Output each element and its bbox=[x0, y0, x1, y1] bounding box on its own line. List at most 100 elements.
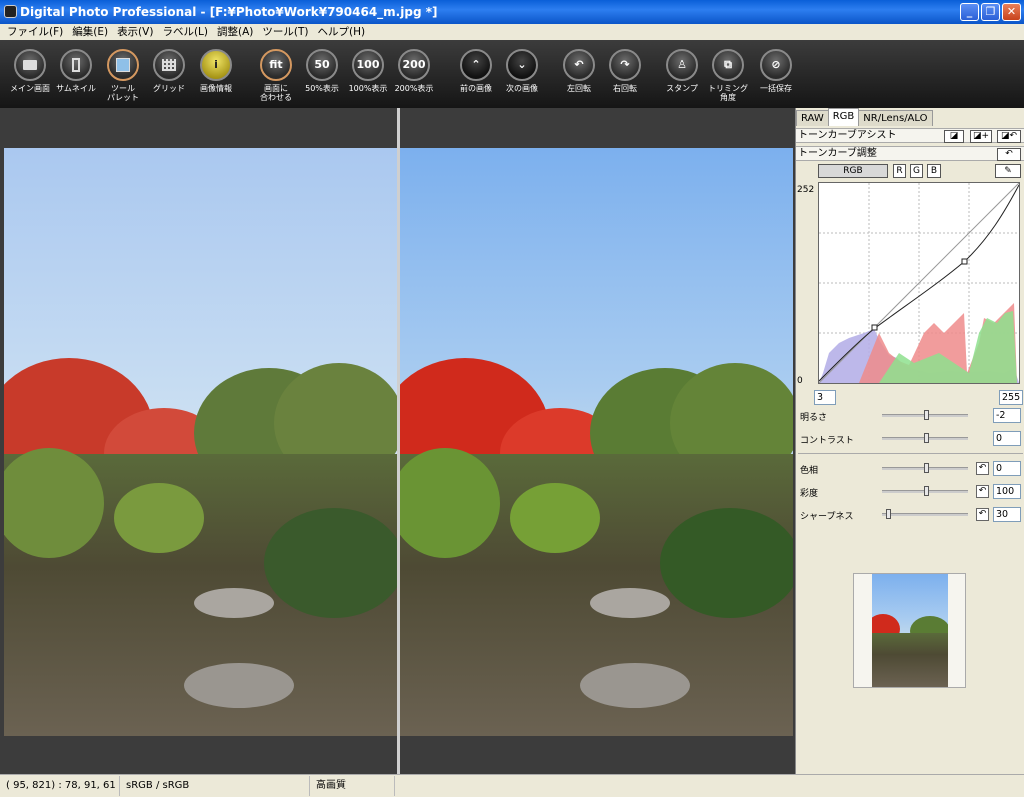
window-title: Digital Photo Professional - [F:¥Photo¥W… bbox=[20, 5, 438, 19]
channel-rgb-button[interactable]: RGB bbox=[818, 164, 888, 178]
sharpness-label: シャープネス bbox=[800, 512, 854, 522]
brightness-field[interactable]: -2 bbox=[993, 408, 1021, 423]
input-low-field[interactable]: 3 bbox=[814, 390, 836, 405]
toolbar-button-trim[interactable]: ⧉ トリミング 角度 bbox=[702, 49, 754, 102]
edited-photo[interactable] bbox=[400, 148, 793, 736]
tone-curve-assist-bar: トーンカーブアシスト ◪ ◪+ ◪↶ bbox=[796, 128, 1024, 143]
tab-raw[interactable]: RAW bbox=[796, 110, 829, 126]
toolbar-label: 一括保存 bbox=[760, 84, 792, 93]
close-button[interactable]: ✕ bbox=[1002, 3, 1021, 21]
toolbar-label: サムネイル bbox=[56, 84, 96, 93]
menu-view[interactable]: 表示(V) bbox=[114, 24, 159, 40]
menu-label[interactable]: ラベル(L) bbox=[159, 24, 214, 40]
app-window: Digital Photo Professional - [F:¥Photo¥W… bbox=[0, 0, 1024, 797]
menu-bar: ファイル(F) 編集(E) 表示(V) ラベル(L) 調整(A) ツール(T) … bbox=[0, 24, 1024, 40]
toolbar-button-stamp[interactable]: ♙ スタンプ bbox=[656, 49, 708, 93]
menu-edit[interactable]: 編集(E) bbox=[69, 24, 114, 40]
toolbar-button-folder[interactable]: メイン画面 bbox=[4, 49, 56, 93]
sharpness-field[interactable]: 30 bbox=[993, 507, 1021, 522]
zoom-200-icon: 200 bbox=[398, 49, 430, 81]
eyedropper-icon[interactable]: ✎ bbox=[995, 164, 1021, 178]
app-icon bbox=[4, 5, 17, 18]
toolbar-label: 画面に 合わせる bbox=[260, 84, 292, 102]
contrast-thumb[interactable] bbox=[924, 433, 929, 443]
minimize-button[interactable]: _ bbox=[960, 3, 979, 21]
sharpness-reset-icon[interactable]: ↶ bbox=[976, 508, 989, 521]
toolbar-button-rotate-right[interactable]: ↷ 右回転 bbox=[599, 49, 651, 93]
brightness-thumb[interactable] bbox=[924, 410, 929, 420]
rotate-right-icon: ↷ bbox=[609, 49, 641, 81]
next-image-icon: ⌄ bbox=[506, 49, 538, 81]
tool-palette: RAW RGB NR/Lens/ALO トーンカーブアシスト ◪ ◪+ ◪↶ ト… bbox=[795, 108, 1024, 774]
edited-pane bbox=[400, 108, 795, 774]
saturation-thumb[interactable] bbox=[924, 486, 929, 496]
hue-thumb[interactable] bbox=[924, 463, 929, 473]
menu-help[interactable]: ヘルプ(H) bbox=[315, 24, 372, 40]
assist-plus-button[interactable]: ◪+ bbox=[970, 130, 992, 143]
hue-label: 色相 bbox=[800, 466, 819, 476]
tone-curve-graph[interactable] bbox=[818, 182, 1020, 384]
navigator-thumbnail[interactable] bbox=[872, 574, 948, 687]
saturation-slider[interactable] bbox=[882, 486, 968, 496]
contrast-label: コントラスト bbox=[800, 436, 854, 446]
toolbar-button-next-image[interactable]: ⌄ 次の画像 bbox=[496, 49, 548, 93]
toolbar-label: 50%表示 bbox=[305, 84, 339, 93]
toolbar-button-fit[interactable]: fit 画面に 合わせる bbox=[250, 49, 302, 102]
restore-button[interactable]: ❐ bbox=[981, 3, 1000, 21]
image-viewer bbox=[0, 108, 795, 774]
tone-curve-adjust-label: トーンカーブ調整 bbox=[798, 148, 877, 159]
toolbar-button-zoom-100[interactable]: 100 100%表示 bbox=[342, 49, 394, 93]
sharpness-slider[interactable] bbox=[882, 509, 968, 519]
hue-reset-icon[interactable]: ↶ bbox=[976, 462, 989, 475]
trim-icon: ⧉ bbox=[712, 49, 744, 81]
tool-palette-icon bbox=[107, 49, 139, 81]
contrast-slider[interactable] bbox=[882, 433, 968, 443]
curve-reset-icon[interactable]: ↶ bbox=[997, 148, 1021, 161]
rotate-left-icon: ↶ bbox=[563, 49, 595, 81]
saturation-reset-icon[interactable]: ↶ bbox=[976, 485, 989, 498]
brightness-label: 明るさ bbox=[800, 413, 828, 423]
toolbar-button-previous-image[interactable]: ⌃ 前の画像 bbox=[450, 49, 502, 93]
channel-g-button[interactable]: G bbox=[910, 164, 923, 178]
toolbar-label: 200%表示 bbox=[394, 84, 434, 93]
toolbar-button-thumbnail[interactable]: サムネイル bbox=[50, 49, 102, 93]
section-divider bbox=[798, 453, 1023, 454]
toolbar-button-rotate-left[interactable]: ↶ 左回転 bbox=[553, 49, 605, 93]
stamp-icon: ♙ bbox=[666, 49, 698, 81]
curve-max-label: 252 bbox=[797, 185, 815, 195]
hue-slider[interactable] bbox=[882, 463, 968, 473]
toolbar-button-batch-save[interactable]: ⊘ 一括保存 bbox=[750, 49, 802, 93]
assist-reset-button[interactable]: ◪↶ bbox=[997, 130, 1021, 143]
assist-auto-button[interactable]: ◪ bbox=[944, 130, 964, 143]
saturation-label: 彩度 bbox=[800, 489, 819, 499]
tone-curve-assist-label: トーンカーブアシスト bbox=[798, 130, 897, 141]
info-icon: i bbox=[200, 49, 232, 81]
input-high-field[interactable]: 255 bbox=[999, 390, 1023, 405]
toolbar-button-grid[interactable]: グリッド bbox=[143, 49, 195, 93]
saturation-field[interactable]: 100 bbox=[993, 484, 1021, 499]
contrast-field[interactable]: 0 bbox=[993, 431, 1021, 446]
toolbar-button-info[interactable]: i 画像情報 bbox=[190, 49, 242, 93]
tab-nr-lens-alo[interactable]: NR/Lens/ALO bbox=[858, 110, 933, 126]
toolbar-button-tool-palette[interactable]: ツール パレット bbox=[97, 49, 149, 102]
toolbar-label: ツール パレット bbox=[107, 84, 139, 102]
toolbar-label: 左回転 bbox=[567, 84, 591, 93]
tone-curve-adjust-bar: トーンカーブ調整 ↶ bbox=[796, 146, 1024, 161]
toolbar-label: トリミング 角度 bbox=[708, 84, 748, 102]
navigator-box bbox=[853, 573, 966, 688]
original-photo[interactable] bbox=[4, 148, 397, 736]
toolbar-button-zoom-50[interactable]: 50 50%表示 bbox=[296, 49, 348, 93]
toolbar-button-zoom-200[interactable]: 200 200%表示 bbox=[388, 49, 440, 93]
menu-file[interactable]: ファイル(F) bbox=[4, 24, 69, 40]
channel-r-button[interactable]: R bbox=[893, 164, 906, 178]
menu-tools[interactable]: ツール(T) bbox=[259, 24, 314, 40]
toolbar-label: 画像情報 bbox=[200, 84, 232, 93]
channel-b-button[interactable]: B bbox=[927, 164, 941, 178]
status-colorspace: sRGB / sRGB bbox=[120, 776, 310, 796]
hue-field[interactable]: 0 bbox=[993, 461, 1021, 476]
tab-rgb[interactable]: RGB bbox=[827, 108, 860, 126]
curve-min-label: 0 bbox=[797, 376, 803, 386]
menu-adjust[interactable]: 調整(A) bbox=[214, 24, 259, 40]
brightness-slider[interactable] bbox=[882, 410, 968, 420]
sharpness-thumb[interactable] bbox=[886, 509, 891, 519]
